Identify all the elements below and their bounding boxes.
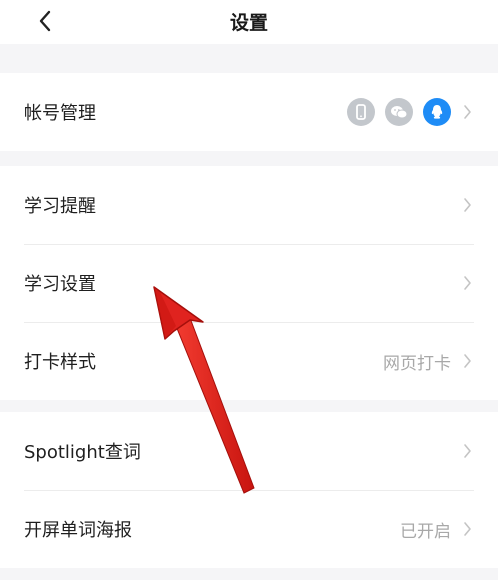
- chevron-right-icon: [464, 198, 471, 212]
- linked-accounts: [337, 98, 451, 126]
- chevron-right-icon: [464, 105, 471, 119]
- spotlight-lookup-label: Spotlight查词: [24, 442, 141, 463]
- checkin-style-row[interactable]: 打卡样式 网页打卡: [0, 322, 498, 400]
- navigation-bar: 设置: [0, 0, 498, 44]
- qq-icon: [423, 98, 451, 126]
- wechat-icon: [385, 98, 413, 126]
- study-settings-group: 学习提醒 学习设置 打卡样式 网页打卡: [0, 166, 498, 400]
- splash-word-poster-value: 已开启: [400, 521, 451, 542]
- account-management-row[interactable]: 帐号管理: [0, 73, 498, 151]
- checkin-style-value: 网页打卡: [383, 353, 451, 374]
- account-group: 帐号管理: [0, 73, 498, 151]
- splash-word-poster-row[interactable]: 开屏单词海报 已开启: [0, 490, 498, 568]
- page-title: 设置: [229, 12, 268, 34]
- splash-word-poster-label: 开屏单词海报: [24, 520, 132, 541]
- chevron-right-icon: [464, 354, 471, 368]
- study-reminder-label: 学习提醒: [24, 196, 96, 217]
- chevron-right-icon: [464, 444, 471, 458]
- checkin-style-label: 打卡样式: [24, 352, 96, 373]
- study-reminder-row[interactable]: 学习提醒: [0, 166, 498, 244]
- study-settings-row[interactable]: 学习设置: [0, 244, 498, 322]
- study-settings-label: 学习设置: [24, 274, 96, 295]
- chevron-right-icon: [464, 522, 471, 536]
- spotlight-lookup-row[interactable]: Spotlight查词: [0, 412, 498, 490]
- chevron-right-icon: [464, 276, 471, 290]
- feature-group: Spotlight查词 开屏单词海报 已开启: [0, 412, 498, 568]
- account-management-label: 帐号管理: [24, 103, 96, 124]
- phone-icon: [347, 98, 375, 126]
